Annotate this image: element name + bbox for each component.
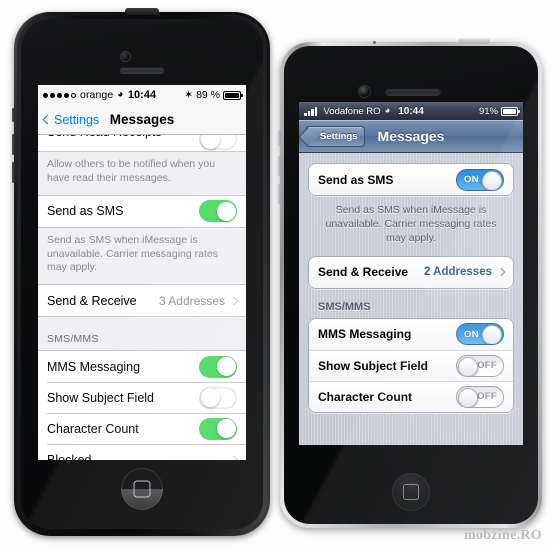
screen-right: Vodafone RO ◕ 10:44 91% Settings Message… — [299, 102, 523, 445]
nav-bar-right: Settings Messages — [299, 120, 523, 153]
battery-percent-right: 91% — [478, 105, 498, 117]
iphone4s-device-right: Vodafone RO ◕ 10:44 91% Settings Message… — [277, 38, 542, 528]
toggle-label-character-count-right: OFF — [477, 391, 497, 403]
row-send-receive-left[interactable]: Send & Receive 3 Addresses — [38, 285, 246, 317]
volume-down-button-left[interactable] — [12, 162, 15, 183]
row-character-count-right[interactable]: Character Count OFF — [309, 380, 513, 412]
wifi-icon-right: ◕ — [384, 105, 391, 117]
comparison-stage: orange ◕ 10:44 ✶ 89 % Settings Messages — [0, 0, 554, 550]
wifi-icon-left: ◕ — [117, 89, 124, 100]
toggle-show-subject-field-right[interactable]: OFF — [456, 354, 504, 377]
group-send-as-sms-left: Send as SMS — [38, 194, 246, 228]
row-mms-messaging-left[interactable]: MMS Messaging — [38, 351, 246, 383]
ring-switch-left[interactable] — [12, 108, 15, 122]
toggle-character-count-left[interactable] — [199, 417, 237, 440]
group-smsmms-right: MMS Messaging ON Show Subject Field OFF — [308, 317, 514, 413]
toggle-send-as-sms-left[interactable] — [199, 200, 237, 223]
watermark: mobzine.RO — [463, 528, 542, 543]
section-header-smsmms-left: SMS/MMS — [47, 333, 99, 346]
row-label-blocked-left: Blocked — [47, 452, 92, 460]
microphone-icon-right — [373, 41, 376, 44]
footer-send-as-sms-left: Send as SMS when iMessage is unavailable… — [47, 233, 218, 274]
toggle-character-count-right[interactable]: OFF — [456, 385, 504, 408]
front-camera-icon-right — [359, 86, 370, 97]
row-mms-messaging-right[interactable]: MMS Messaging ON — [309, 318, 513, 350]
toggle-send-as-sms-right[interactable]: ON — [456, 168, 504, 191]
ring-switch-right[interactable] — [277, 130, 281, 146]
nav-bar-left: Settings Messages — [38, 105, 246, 135]
row-label-character-count-right: Character Count — [318, 389, 413, 404]
earpiece-speaker-left — [119, 67, 165, 74]
status-right-left: ✶ 89 % — [184, 89, 243, 101]
power-button-right[interactable] — [458, 38, 490, 44]
iphone5-device-left: orange ◕ 10:44 ✶ 89 % Settings Messages — [12, 8, 270, 536]
battery-icon-left — [223, 90, 243, 100]
chevron-right-icon-send-receive-left — [229, 296, 239, 306]
carrier-label-right: Vodafone RO — [323, 105, 381, 117]
earpiece-speaker-right — [385, 88, 441, 96]
row-value-send-receive-right: 2 Addresses — [424, 266, 492, 279]
back-button-label-right: Settings — [320, 130, 358, 142]
row-show-subject-field-left[interactable]: Show Subject Field — [38, 382, 246, 414]
home-button-left[interactable] — [121, 468, 163, 510]
row-blocked-left[interactable]: Blocked — [38, 444, 246, 460]
bluetooth-icon-left: ✶ — [184, 89, 194, 101]
signal-dots-icon-left — [43, 92, 76, 98]
row-label-mms-messaging-right: MMS Messaging — [318, 327, 412, 342]
group-smsmms-left: MMS Messaging Show Subject Field Charact… — [38, 350, 246, 460]
battery-icon-right — [501, 106, 520, 116]
row-character-count-left[interactable]: Character Count — [38, 413, 246, 445]
signal-bars-icon-right — [304, 106, 321, 116]
group-send-as-sms-right: Send as SMS ON — [308, 163, 514, 196]
toggle-mms-messaging-left[interactable] — [199, 355, 237, 378]
footer-read-receipts-left: Allow others to be notified when you hav… — [47, 158, 216, 184]
group-send-receive-right: Send & Receive 2 Addresses — [308, 255, 514, 289]
settings-list-left: Send Read Receipts Allow others to be no… — [38, 135, 246, 460]
volume-down-button-right[interactable] — [277, 184, 281, 204]
chevron-right-icon-blocked-left — [229, 455, 239, 460]
row-label-send-as-sms-left: Send as SMS — [47, 204, 124, 219]
row-label-send-receive-left: Send & Receive — [47, 293, 137, 308]
status-bar-right: Vodafone RO ◕ 10:44 91% — [299, 102, 523, 120]
row-send-receive-right[interactable]: Send & Receive 2 Addresses — [309, 256, 513, 288]
row-send-as-sms-left[interactable]: Send as SMS — [38, 195, 246, 227]
status-bar-left: orange ◕ 10:44 ✶ 89 % — [38, 85, 246, 105]
footer-send-as-sms-right: Send as SMS when iMessage is unavailable… — [325, 204, 497, 245]
carrier-label-left: orange — [80, 89, 114, 101]
toggle-label-mms-messaging-right: ON — [464, 328, 479, 340]
settings-list-right: Send as SMS ON Send as SMS when iMessage… — [299, 153, 523, 445]
row-label-send-as-sms-right: Send as SMS — [318, 172, 394, 187]
group-send-receive-left: Send & Receive 3 Addresses — [38, 284, 246, 318]
row-label-character-count-left: Character Count — [47, 421, 139, 436]
toggle-send-read-receipts-left[interactable] — [199, 135, 237, 150]
row-value-send-receive-left: 3 Addresses — [158, 293, 225, 308]
row-label-show-subject-field-right: Show Subject Field — [318, 358, 429, 373]
home-button-right[interactable] — [392, 473, 430, 511]
battery-percent-left: 89 % — [196, 89, 220, 101]
toggle-label-show-subject-field-right: OFF — [477, 360, 497, 372]
power-button-left[interactable] — [125, 8, 159, 15]
row-send-read-receipts-left[interactable]: Send Read Receipts — [38, 135, 246, 152]
chevron-right-icon-send-receive-right — [496, 267, 506, 277]
page-title-left: Messages — [109, 112, 175, 127]
section-header-smsmms-right: SMS/MMS — [318, 300, 371, 313]
row-show-subject-field-right[interactable]: Show Subject Field OFF — [309, 349, 513, 381]
screen-left: orange ◕ 10:44 ✶ 89 % Settings Messages — [38, 85, 246, 460]
toggle-mms-messaging-right[interactable]: ON — [456, 323, 504, 346]
row-label-mms-messaging-left: MMS Messaging — [47, 359, 141, 374]
row-label-show-subject-field-left: Show Subject Field — [47, 390, 155, 405]
front-camera-icon-left — [121, 52, 130, 61]
status-right-right: 91% — [478, 105, 520, 117]
row-label-send-receive-right: Send & Receive — [318, 265, 409, 280]
row-label-send-read-receipts-left: Send Read Receipts — [47, 135, 162, 139]
volume-up-button-right[interactable] — [277, 156, 281, 176]
toggle-show-subject-field-left[interactable] — [199, 386, 237, 409]
toggle-label-send-as-sms-right: ON — [464, 174, 479, 185]
volume-up-button-left[interactable] — [12, 134, 15, 155]
row-send-as-sms-right[interactable]: Send as SMS ON — [309, 164, 513, 195]
